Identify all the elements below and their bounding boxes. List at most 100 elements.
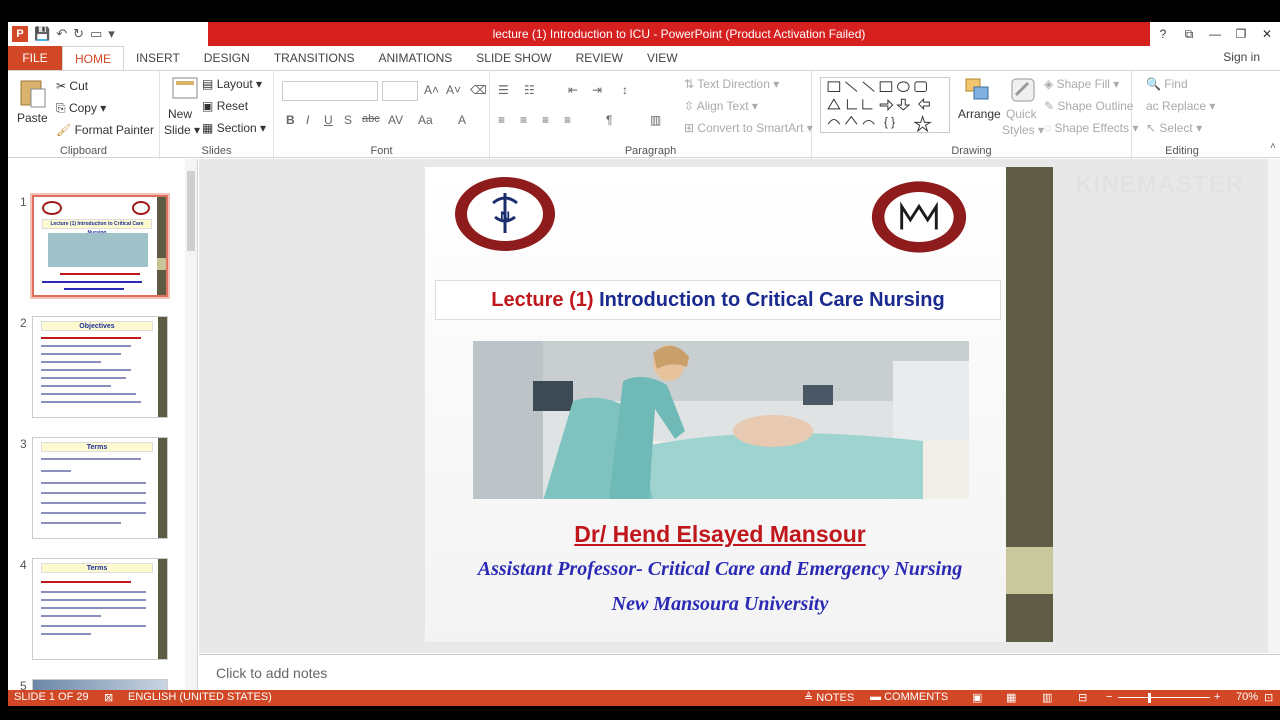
thumbnail-scrollbar[interactable] bbox=[185, 159, 197, 690]
tab-review[interactable]: REVIEW bbox=[564, 46, 635, 70]
shape-effects-button[interactable]: ◌ Shape Effects ▾ bbox=[1044, 121, 1138, 135]
notes-placeholder[interactable]: Click to add notes bbox=[216, 665, 327, 681]
justify-icon[interactable]: ≡ bbox=[564, 113, 571, 127]
tab-design[interactable]: DESIGN bbox=[192, 46, 262, 70]
comments-button[interactable]: ▬ COMMENTS bbox=[870, 691, 948, 703]
zoom-level[interactable]: 70% bbox=[1236, 691, 1258, 703]
slide-scrollbar[interactable] bbox=[1268, 159, 1280, 653]
save-icon[interactable]: 💾 bbox=[34, 26, 50, 42]
help-button[interactable]: ? bbox=[1150, 22, 1176, 46]
notes-button[interactable]: ≜ NOTES bbox=[804, 691, 854, 704]
reset-button[interactable]: ▣ Reset bbox=[202, 99, 248, 113]
decrease-indent-icon[interactable]: ⇤ bbox=[568, 83, 578, 97]
tab-transitions[interactable]: TRANSITIONS bbox=[262, 46, 367, 70]
slide-show-icon[interactable]: ⊟ bbox=[1078, 691, 1087, 704]
align-text-button[interactable]: ⇳ Align Text ▾ bbox=[684, 99, 758, 113]
new-slide-icon[interactable] bbox=[170, 75, 200, 107]
quick-styles-icon[interactable] bbox=[1008, 75, 1038, 107]
strikethrough-icon[interactable]: abc bbox=[362, 113, 380, 125]
align-left-icon[interactable]: ≡ bbox=[498, 113, 505, 127]
numbering-icon[interactable]: ☷ bbox=[524, 83, 535, 97]
author-university[interactable]: New Mansoura University bbox=[425, 593, 1015, 616]
align-right-icon[interactable]: ≡ bbox=[542, 113, 549, 127]
author-name[interactable]: Dr/ Hend Elsayed Mansour bbox=[425, 521, 1015, 548]
font-color-icon[interactable]: A bbox=[458, 113, 466, 127]
shapes-gallery[interactable]: { } bbox=[820, 77, 950, 133]
arrange-icon[interactable] bbox=[962, 75, 992, 107]
tab-home[interactable]: HOME bbox=[62, 46, 124, 70]
slide-sorter-icon[interactable]: ▦ bbox=[1006, 691, 1016, 704]
redo-icon[interactable]: ↻ bbox=[73, 26, 84, 42]
slide-thumbnail-3[interactable]: Terms bbox=[32, 437, 168, 539]
close-button[interactable]: ✕ bbox=[1254, 22, 1280, 46]
sign-in-link[interactable]: Sign in bbox=[1223, 50, 1260, 64]
current-slide[interactable]: N Lecture (1) Introduction to Critical C… bbox=[425, 167, 1053, 642]
zoom-slider-thumb[interactable] bbox=[1148, 693, 1151, 703]
format-painter-button[interactable]: 🖌 Format Painter bbox=[56, 123, 154, 137]
start-from-beginning-icon[interactable]: ▭ bbox=[90, 26, 102, 42]
slide-thumbnail-4[interactable]: Terms bbox=[32, 558, 168, 660]
collapse-ribbon-icon[interactable]: ˄ bbox=[1270, 141, 1276, 152]
slide-thumbnail-1[interactable]: Lecture (1) Introduction to Critical Car… bbox=[32, 195, 168, 297]
zoom-out-icon[interactable]: − bbox=[1106, 691, 1112, 703]
convert-smartart-button[interactable]: ⊞ Convert to SmartArt ▾ bbox=[684, 121, 813, 135]
zoom-slider[interactable] bbox=[1118, 697, 1210, 698]
icu-nurse-patient-photo[interactable] bbox=[473, 341, 969, 499]
replace-button[interactable]: ac Replace ▾ bbox=[1146, 99, 1215, 113]
bullets-icon[interactable]: ☰ bbox=[498, 83, 509, 97]
text-direction-ltr-icon[interactable]: ¶ bbox=[606, 113, 612, 127]
new-slide-label-1[interactable]: New bbox=[168, 107, 192, 121]
slide-title[interactable]: Lecture (1) Introduction to Critical Car… bbox=[435, 280, 1001, 320]
font-name-combobox[interactable] bbox=[282, 81, 378, 101]
fit-slide-icon[interactable]: ⊡ bbox=[1264, 691, 1273, 704]
copy-button[interactable]: ⎘ Copy ▾ bbox=[56, 101, 106, 116]
underline-icon[interactable]: U bbox=[324, 113, 333, 127]
language-indicator[interactable]: ENGLISH (UNITED STATES) bbox=[128, 691, 272, 703]
normal-view-icon[interactable]: ▣ bbox=[972, 691, 982, 704]
increase-indent-icon[interactable]: ⇥ bbox=[592, 83, 602, 97]
ribbon-display-options-button[interactable]: ⧉ bbox=[1176, 22, 1202, 46]
slide-thumbnail-2[interactable]: Objectives bbox=[32, 316, 168, 418]
columns-icon[interactable]: ▥ bbox=[650, 113, 661, 127]
minimize-button[interactable]: — bbox=[1202, 22, 1228, 46]
spellcheck-icon[interactable]: ⊠ bbox=[104, 691, 113, 704]
text-direction-button[interactable]: ⇅ Text Direction ▾ bbox=[684, 77, 779, 91]
shape-fill-button[interactable]: ◈ Shape Fill ▾ bbox=[1044, 77, 1119, 91]
find-button[interactable]: 🔍 Find bbox=[1146, 77, 1188, 91]
undo-icon[interactable]: ↶ bbox=[56, 26, 67, 42]
quick-styles-label-2[interactable]: Styles ▾ bbox=[1002, 123, 1044, 137]
italic-icon[interactable]: I bbox=[306, 113, 309, 127]
shape-outline-button[interactable]: ✎ Shape Outline bbox=[1044, 99, 1133, 113]
bold-icon[interactable]: B bbox=[286, 113, 295, 127]
font-size-combobox[interactable] bbox=[382, 81, 418, 101]
increase-font-size-icon[interactable]: A˄ bbox=[424, 83, 439, 97]
tab-view[interactable]: VIEW bbox=[635, 46, 690, 70]
section-button[interactable]: ▦ Section ▾ bbox=[202, 121, 266, 135]
scrollbar-thumb[interactable] bbox=[187, 171, 195, 251]
paste-icon[interactable] bbox=[18, 77, 48, 109]
change-case-icon[interactable]: Aa bbox=[418, 113, 433, 127]
shadow-icon[interactable]: S bbox=[344, 113, 352, 127]
customize-toolbar-icon[interactable]: ▾ bbox=[108, 26, 115, 42]
notes-pane[interactable]: Click to add notes bbox=[199, 654, 1280, 690]
author-position[interactable]: Assistant Professor- Critical Care and E… bbox=[425, 558, 1015, 581]
restore-button[interactable]: ❐ bbox=[1228, 22, 1254, 46]
line-spacing-icon[interactable]: ↕ bbox=[622, 83, 628, 97]
tab-animations[interactable]: ANIMATIONS bbox=[366, 46, 464, 70]
select-button[interactable]: ↖ Select ▾ bbox=[1146, 121, 1202, 135]
reading-view-icon[interactable]: ▥ bbox=[1042, 691, 1052, 704]
tab-insert[interactable]: INSERT bbox=[124, 46, 192, 70]
align-center-icon[interactable]: ≡ bbox=[520, 113, 527, 127]
arrange-button[interactable]: Arrange bbox=[958, 107, 1001, 121]
cut-button[interactable]: ✂ Cut bbox=[56, 79, 88, 93]
tab-slide-show[interactable]: SLIDE SHOW bbox=[464, 46, 563, 70]
decrease-font-size-icon[interactable]: A˅ bbox=[446, 83, 461, 97]
paste-button[interactable]: Paste bbox=[17, 111, 48, 125]
quick-styles-label-1[interactable]: Quick bbox=[1006, 107, 1037, 121]
new-slide-label-2[interactable]: Slide ▾ bbox=[164, 123, 200, 137]
layout-button[interactable]: ▤ Layout ▾ bbox=[202, 77, 262, 91]
zoom-in-icon[interactable]: + bbox=[1214, 691, 1220, 703]
character-spacing-icon[interactable]: AV bbox=[388, 113, 403, 127]
tab-file[interactable]: FILE bbox=[8, 46, 62, 70]
clear-formatting-icon[interactable]: ⌫ bbox=[470, 83, 487, 97]
